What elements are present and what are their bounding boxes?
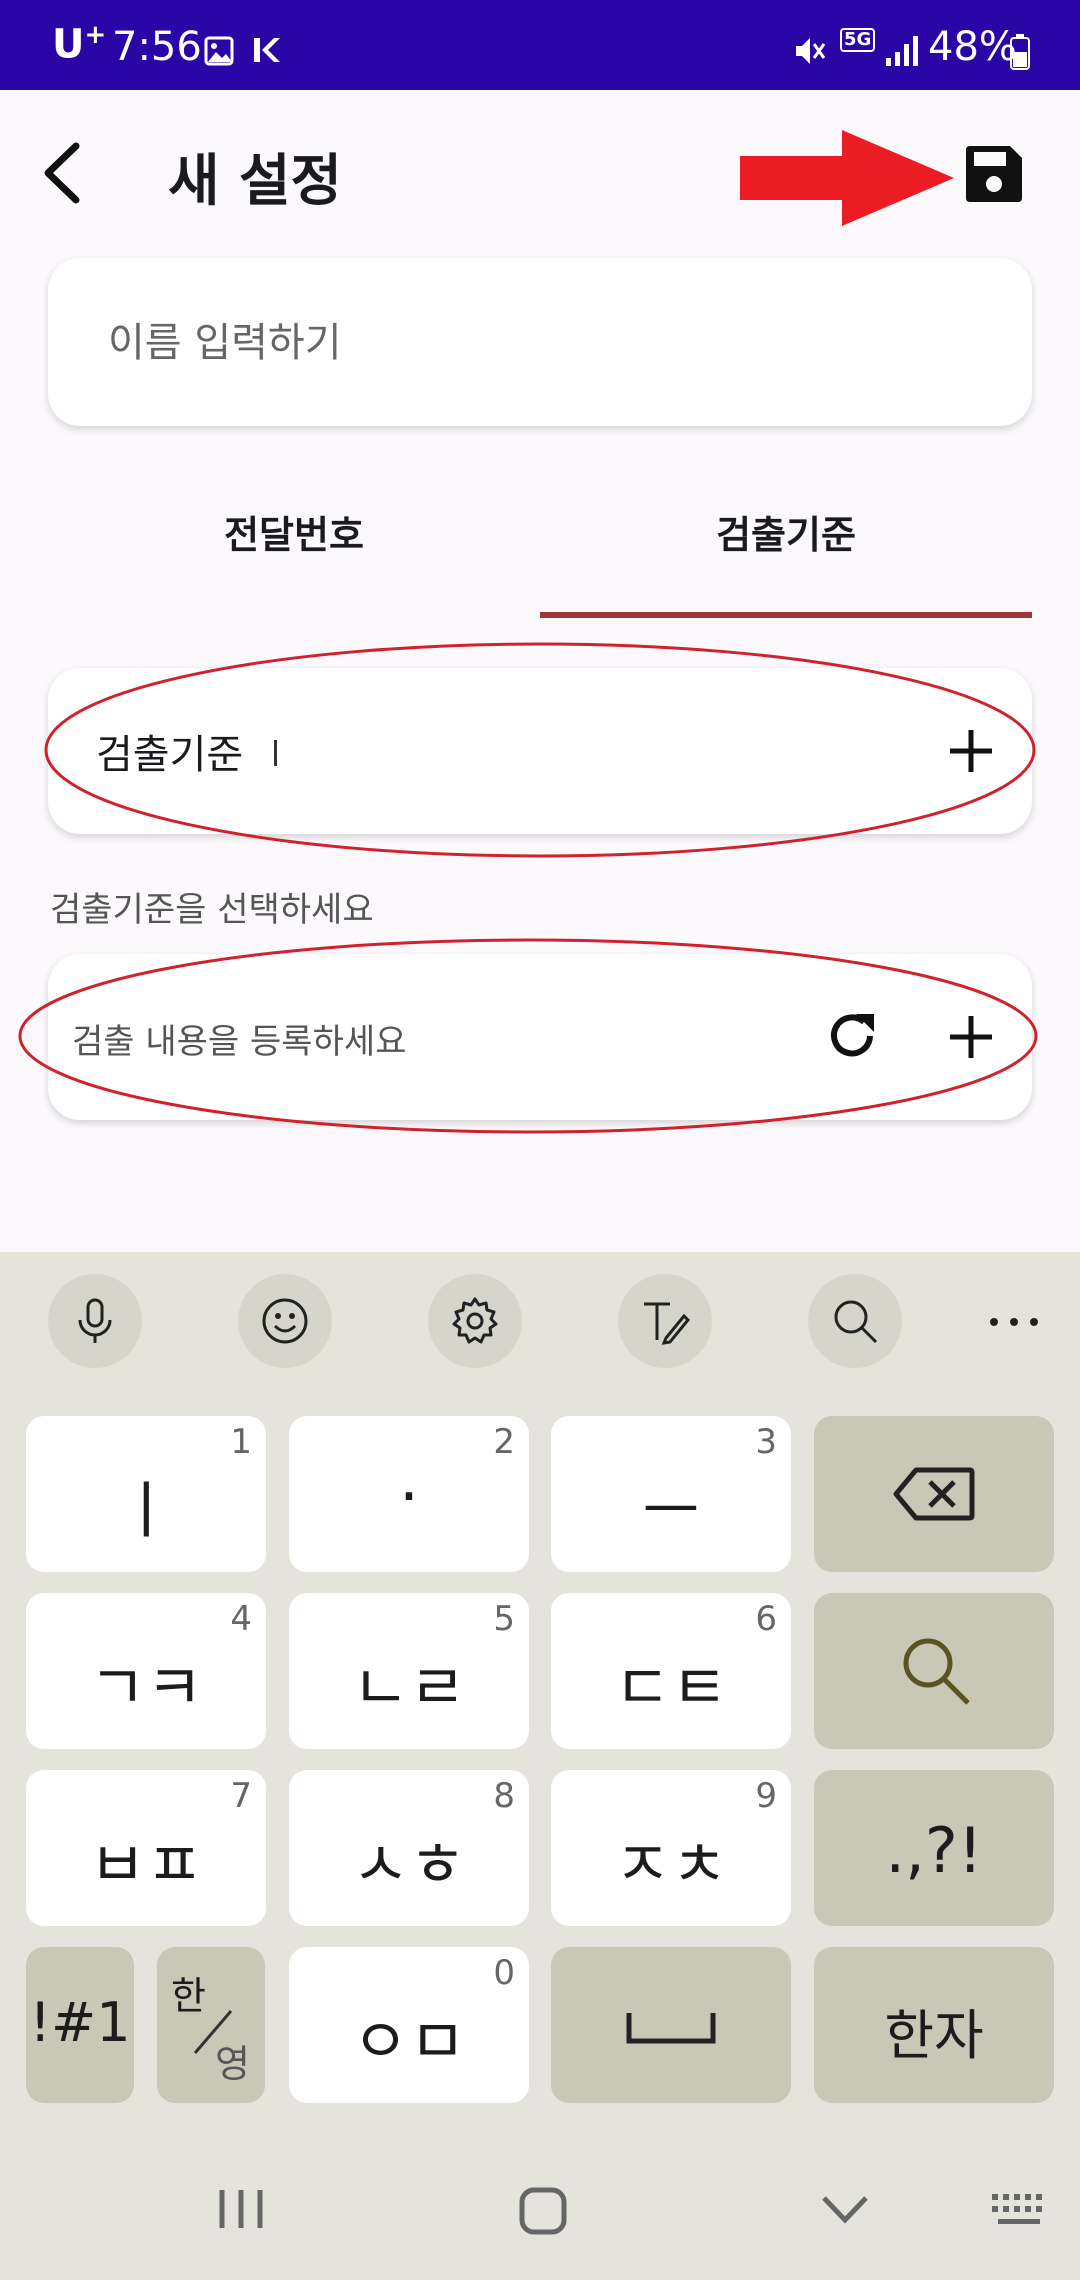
text-style-button[interactable]	[618, 1274, 712, 1368]
recents-icon[interactable]	[216, 2186, 266, 2232]
punctuation-key[interactable]: .,?!	[814, 1770, 1054, 1926]
key-5[interactable]: ㄴㄹ 5	[289, 1593, 529, 1749]
content-placeholder: 검출 내용을 등록하세요	[72, 1022, 407, 1062]
status-bar: U+ 7:56 5G 48%	[0, 0, 1080, 90]
settings-icon	[452, 1297, 498, 1344]
battery-percent: 48%	[928, 24, 1017, 70]
keyboard	[0, 1252, 1080, 2280]
backspace-icon	[893, 1467, 975, 1521]
add-criteria-icon[interactable]	[946, 726, 996, 776]
annotation-arrow	[740, 130, 954, 226]
key-0[interactable]: ㅇㅁ 0	[289, 1947, 529, 2103]
key-6[interactable]: ㄷㅌ 6	[551, 1593, 791, 1749]
hanja-key[interactable]: 한자	[814, 1947, 1054, 2103]
key-7[interactable]: ㅂㅍ 7	[26, 1770, 266, 1926]
keyboard-switch-icon[interactable]	[990, 2192, 1048, 2228]
add-content-icon[interactable]	[946, 1012, 996, 1062]
emoji-icon	[262, 1298, 308, 1344]
name-input[interactable]	[108, 310, 968, 376]
space-key[interactable]	[551, 1947, 791, 2103]
search-key-icon	[903, 1638, 970, 1705]
search-icon	[834, 1300, 878, 1344]
key-4[interactable]: ㄱㅋ 4	[26, 1593, 266, 1749]
tab-detection-criteria[interactable]: 검출기준	[540, 500, 1032, 618]
signal-icon	[886, 36, 918, 66]
keyboard-settings-button[interactable]	[428, 1274, 522, 1368]
mic-icon	[78, 1298, 112, 1343]
back-arrow-icon[interactable]	[36, 138, 96, 208]
refresh-icon[interactable]	[824, 1008, 880, 1064]
emoji-button[interactable]	[238, 1274, 332, 1368]
voice-input-button[interactable]	[48, 1274, 142, 1368]
language-switch-key[interactable]: 한 영	[157, 1947, 265, 2103]
page-title: 새 설정	[168, 149, 343, 214]
helper-text: 검출기준을 선택하세요	[50, 890, 374, 930]
space-icon	[626, 2013, 716, 2044]
key-3[interactable]: ㅡ3	[551, 1416, 791, 1572]
keyboard-search-button[interactable]	[808, 1274, 902, 1368]
key-8[interactable]: ㅅㅎ 8	[289, 1770, 529, 1926]
key-2[interactable]: · 2	[289, 1416, 529, 1572]
text-cursor	[274, 740, 277, 766]
backspace-key[interactable]	[814, 1416, 1054, 1572]
key-9[interactable]: ㅈㅊ 9	[551, 1770, 791, 1926]
key-1[interactable]: ㅣ1	[26, 1416, 266, 1572]
hide-keyboard-icon[interactable]	[820, 2194, 870, 2224]
battery-icon	[1010, 34, 1030, 70]
more-icon[interactable]	[984, 1302, 1044, 1342]
symbols-key[interactable]: !#1	[26, 1947, 134, 2103]
content-field[interactable]: 검출 내용을 등록하세요	[48, 954, 1032, 1120]
carrier-label: U+	[52, 20, 107, 68]
tab-indicator	[540, 612, 1032, 618]
mute-icon	[796, 38, 826, 64]
app-notification-icon	[254, 38, 280, 62]
text-style-icon	[644, 1302, 690, 1345]
name-field[interactable]	[48, 258, 1032, 426]
criteria-field[interactable]: 검출기준	[48, 668, 1032, 834]
home-icon[interactable]	[518, 2186, 568, 2236]
network-type: 5G	[840, 28, 876, 52]
tab-forward-number[interactable]: 전달번호	[48, 500, 540, 618]
gallery-notification-icon	[204, 36, 234, 66]
save-icon[interactable]	[962, 142, 1026, 206]
status-time: 7:56	[112, 24, 202, 70]
search-key[interactable]	[814, 1593, 1054, 1749]
criteria-label: 검출기준	[96, 732, 244, 778]
